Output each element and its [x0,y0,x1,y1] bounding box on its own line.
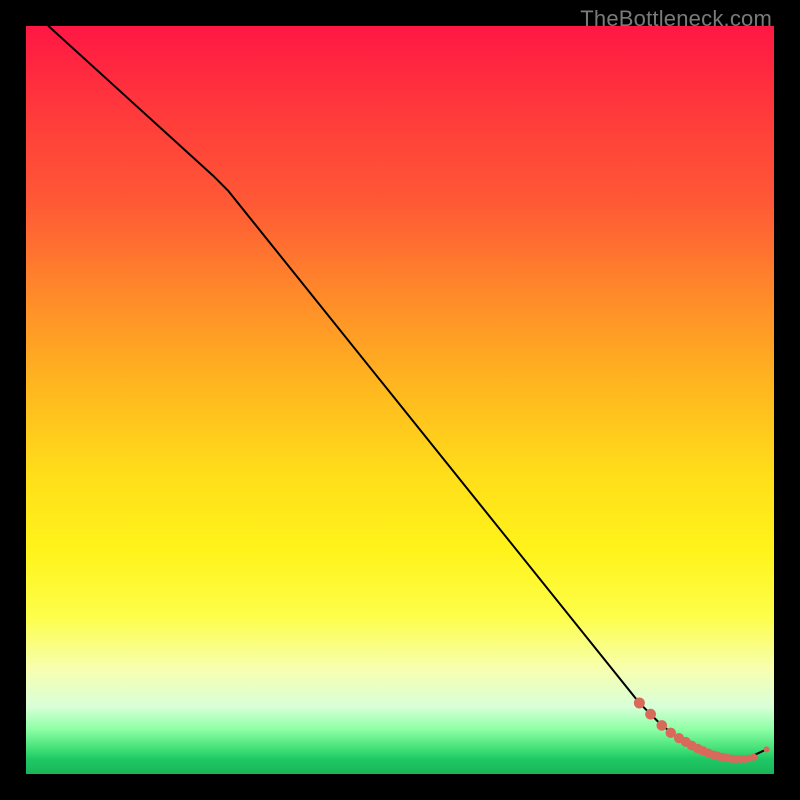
marker-point [645,709,656,720]
chart-frame: TheBottleneck.com [0,0,800,800]
marker-group [634,697,770,763]
main-curve [48,26,766,759]
marker-point [764,746,770,752]
chart-overlay [26,26,774,774]
marker-point [750,754,757,761]
marker-point [634,697,645,708]
marker-point [657,720,668,731]
